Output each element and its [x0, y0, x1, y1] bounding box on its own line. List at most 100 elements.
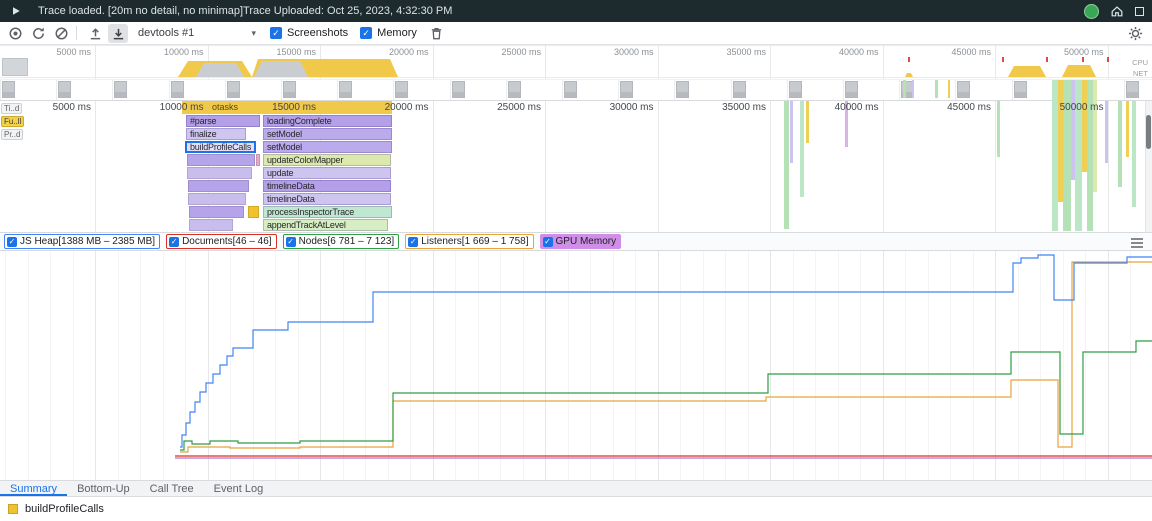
memory-chart[interactable] — [0, 251, 1152, 480]
load-profile-button[interactable] — [85, 24, 105, 43]
timeline-overview[interactable]: CPU NET — [0, 57, 1152, 77]
overview-tick-label: 25000 ms — [501, 47, 541, 57]
clear-button[interactable] — [51, 24, 71, 43]
screenshots-label: Screenshots — [287, 27, 348, 39]
screenshot-thumbnail[interactable] — [1070, 81, 1083, 98]
flame-event[interactable]: processInspectorTrace — [263, 206, 392, 218]
memory-checkbox[interactable]: Memory — [360, 27, 417, 39]
play-icon[interactable] — [6, 2, 26, 21]
flame-event-segment[interactable] — [189, 206, 244, 218]
checkbox-checked-icon[interactable] — [286, 237, 296, 247]
screenshot-thumbnail[interactable] — [58, 81, 71, 98]
checkbox-checked-icon[interactable] — [408, 237, 418, 247]
flame-event[interactable]: loadingComplete — [263, 115, 392, 127]
checkbox-checked-icon[interactable] — [543, 237, 553, 247]
screenshots-checkbox[interactable]: Screenshots — [270, 27, 348, 39]
stop-icon[interactable] — [1135, 7, 1144, 16]
screenshot-thumbnail[interactable] — [508, 81, 521, 98]
filmstrip-separator — [955, 80, 956, 100]
overview-red-marker — [1107, 57, 1109, 62]
flame-event-segment[interactable] — [188, 180, 249, 192]
memory-line-listeners — [180, 262, 1152, 452]
flame-event[interactable]: buildProfileCalls — [185, 141, 256, 153]
scrollbar-thumb[interactable] — [1146, 115, 1151, 149]
screenshot-thumbnail[interactable] — [957, 81, 970, 98]
track-chip[interactable]: Pr..d — [1, 129, 23, 140]
overview-red-marker — [908, 57, 910, 62]
screenshot-thumbnail[interactable] — [564, 81, 577, 98]
hamburger-menu-icon[interactable] — [1130, 236, 1144, 254]
screenshot-thumbnail[interactable] — [2, 81, 15, 98]
gear-icon[interactable] — [1125, 24, 1145, 43]
track-chip[interactable]: Ti..d — [1, 103, 22, 114]
cpu-activity-shape — [0, 57, 1152, 77]
flame-event-segment[interactable] — [256, 154, 260, 166]
flame-event-segment[interactable] — [187, 154, 255, 166]
flame-event-segment[interactable] — [187, 167, 252, 179]
memory-counter-toggle[interactable]: JS Heap[1388 MB – 2385 MB] — [4, 234, 160, 249]
screenshot-thumbnail[interactable] — [620, 81, 633, 98]
home-icon[interactable] — [1110, 4, 1124, 18]
memory-counter-toggle[interactable]: Documents[46 – 46] — [166, 234, 277, 249]
memory-counter-label: Nodes[6 781 – 7 123] — [299, 236, 395, 247]
divider — [0, 77, 1152, 78]
reload-and-record-button[interactable] — [28, 24, 48, 43]
screenshot-thumbnail[interactable] — [395, 81, 408, 98]
tab-event-log[interactable]: Event Log — [204, 481, 274, 496]
flame-event[interactable]: finalize — [186, 128, 246, 140]
memory-counter-label: Listeners[1 669 – 1 758] — [421, 236, 528, 247]
screenshot-thumbnail[interactable] — [1014, 81, 1027, 98]
tab-summary[interactable]: Summary — [0, 481, 67, 496]
filmstrip-separator — [281, 80, 282, 100]
screenshot-thumbnail[interactable] — [114, 81, 127, 98]
screenshot-thumbnail[interactable] — [171, 81, 184, 98]
memory-counter-toggle[interactable]: GPU Memory — [540, 234, 622, 249]
memory-line-js-heap — [180, 255, 1152, 447]
screenshot-thumbnail[interactable] — [339, 81, 352, 98]
filmstrip-separator — [337, 80, 338, 100]
filmstrip-separator — [843, 80, 844, 100]
flame-event-segment[interactable] — [189, 219, 233, 231]
screenshot-thumbnail[interactable] — [452, 81, 465, 98]
avatar[interactable] — [1084, 4, 1099, 19]
save-profile-button[interactable] — [108, 24, 128, 43]
screenshot-thumbnail[interactable] — [283, 81, 296, 98]
tab-bottom-up[interactable]: Bottom-Up — [67, 481, 140, 496]
screenshot-thumbnail[interactable] — [733, 81, 746, 98]
flame-event[interactable]: setModel — [263, 141, 392, 153]
flame-event[interactable]: setModel — [263, 128, 392, 140]
overview-tick-label: 40000 ms — [839, 47, 879, 57]
filmstrip-separator — [112, 80, 113, 100]
record-button[interactable] — [5, 24, 25, 43]
screenshot-thumbnail[interactable] — [1126, 81, 1139, 98]
screenshot-thumbnail[interactable] — [901, 81, 914, 98]
flame-event[interactable]: updateColorMapper — [263, 154, 391, 166]
collect-garbage-button[interactable] — [427, 24, 447, 43]
flame-event[interactable]: #parse — [186, 115, 260, 127]
checkbox-checked-icon[interactable] — [169, 237, 179, 247]
checkbox-checked-icon[interactable] — [7, 237, 17, 247]
flame-event-segment[interactable] — [188, 193, 246, 205]
selected-event-name: buildProfileCalls — [25, 503, 104, 515]
memory-counter-toggle[interactable]: Nodes[6 781 – 7 123] — [283, 234, 400, 249]
flame-event[interactable]: timelineData — [263, 180, 391, 192]
status-text: Trace loaded. [20m no detail, no minimap… — [38, 5, 452, 17]
checkbox-checked-icon — [270, 27, 282, 39]
screenshot-thumbnail[interactable] — [227, 81, 240, 98]
main-tick-label: 45000 ms — [947, 102, 991, 113]
flame-event[interactable]: appendTrackAtLevel — [263, 219, 388, 231]
flame-event[interactable]: update — [263, 167, 391, 179]
flame-event-segment[interactable] — [248, 206, 259, 218]
toolbar-divider — [76, 26, 77, 40]
overview-tick-label: 30000 ms — [614, 47, 654, 57]
memory-counter-toggle[interactable]: Listeners[1 669 – 1 758] — [405, 234, 533, 249]
flame-event[interactable]: timelineData — [263, 193, 391, 205]
track-chip[interactable]: Fu..ll — [1, 116, 24, 127]
screenshot-thumbnail[interactable] — [676, 81, 689, 98]
flame-chart[interactable]: otasks 5000 ms10000 ms15000 ms20000 ms25… — [0, 101, 1152, 232]
screenshot-thumbnail[interactable] — [789, 81, 802, 98]
tab-call-tree[interactable]: Call Tree — [140, 481, 204, 496]
trace-history-select[interactable]: devtools #1 ▾ — [138, 27, 256, 39]
screenshot-thumbnail[interactable] — [845, 81, 858, 98]
filmstrip-separator — [787, 80, 788, 100]
